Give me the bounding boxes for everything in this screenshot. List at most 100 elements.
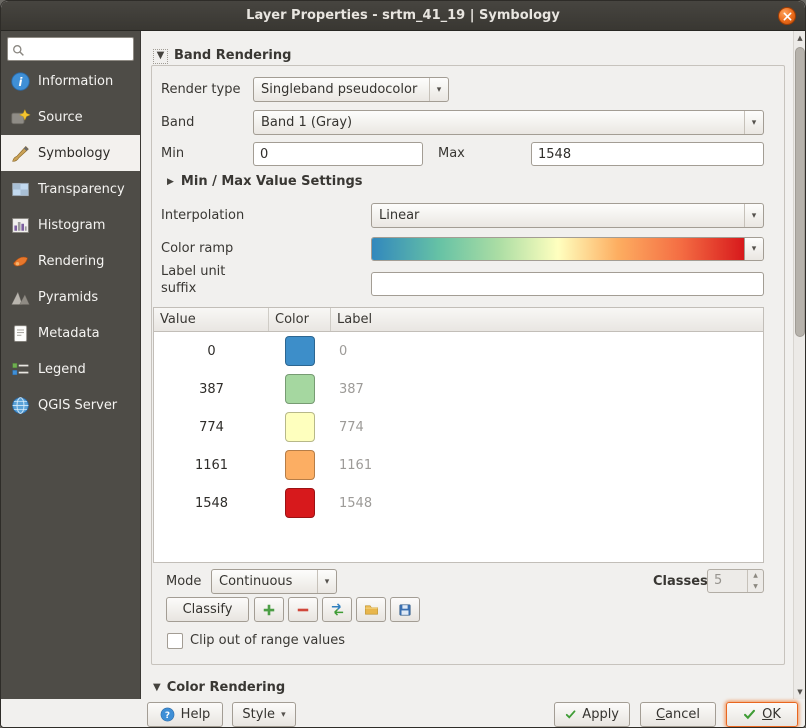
cancel-button-label: Cancel (656, 707, 700, 722)
table-row[interactable]: 387 387 (154, 370, 763, 408)
sidebar-item-pyramids[interactable]: Pyramids (1, 279, 140, 315)
column-header-color[interactable]: Color (269, 308, 331, 331)
metadata-icon (9, 322, 31, 344)
color-swatch[interactable] (285, 336, 315, 366)
minmax-settings-title: Min / Max Value Settings (181, 170, 363, 194)
close-button[interactable] (778, 7, 796, 25)
rendering-icon (9, 250, 31, 272)
row-value: 387 (154, 382, 269, 397)
ok-button-label: OK (762, 707, 781, 722)
classes-value: 5 (708, 570, 747, 592)
min-label: Min (161, 142, 184, 166)
render-type-select[interactable]: Singleband pseudocolor ▾ (253, 77, 449, 102)
scrollbar-handle[interactable] (795, 47, 805, 337)
label-unit-suffix-label: Label unit suffix (161, 263, 256, 297)
sidebar-search-input[interactable] (7, 37, 134, 61)
load-color-map-button[interactable] (322, 597, 352, 622)
column-header-label[interactable]: Label (331, 308, 763, 331)
sidebar-item-information[interactable]: i Information (1, 63, 140, 99)
table-row[interactable]: 0 0 (154, 332, 763, 370)
ok-button[interactable]: OK (726, 702, 798, 727)
window-title: Layer Properties - srtm_41_19 | Symbolog… (1, 1, 805, 30)
mode-select[interactable]: Continuous ▾ (211, 569, 337, 594)
table-row[interactable]: 774 774 (154, 408, 763, 446)
color-swatch[interactable] (285, 412, 315, 442)
color-swatch[interactable] (285, 374, 315, 404)
title-bar[interactable]: Layer Properties - srtm_41_19 | Symbolog… (1, 1, 805, 31)
save-file-button[interactable] (390, 597, 420, 622)
color-rendering-title: Color Rendering (167, 676, 285, 700)
sidebar-item-metadata[interactable]: Metadata (1, 315, 140, 351)
sidebar-item-transparency[interactable]: Transparency (1, 171, 140, 207)
sidebar-item-label: Symbology (38, 146, 110, 161)
histogram-icon (9, 214, 31, 236)
globe-server-icon (9, 394, 31, 416)
plus-icon (262, 603, 276, 617)
style-button[interactable]: Style ▾ (232, 702, 296, 727)
table-row[interactable]: 1161 1161 (154, 446, 763, 484)
sidebar-item-label: QGIS Server (38, 398, 117, 413)
sidebar-item-label: Metadata (38, 326, 100, 341)
interpolation-value: Linear (379, 208, 419, 223)
sidebar-item-label: Legend (38, 362, 86, 377)
sidebar-item-label: Rendering (38, 254, 104, 269)
table-header-row: Value Color Label (154, 308, 763, 332)
row-label: 0 (331, 344, 763, 359)
layer-properties-dialog: Layer Properties - srtm_41_19 | Symbolog… (0, 0, 806, 728)
row-value: 0 (154, 344, 269, 359)
chevron-down-icon: ▾ (744, 111, 763, 134)
minmax-settings-header[interactable]: ▶ Min / Max Value Settings (167, 170, 363, 194)
sidebar-item-symbology[interactable]: Symbology (1, 135, 140, 171)
open-file-button[interactable] (356, 597, 386, 622)
color-ramp-select[interactable]: ▾ (371, 237, 764, 261)
swap-arrows-icon (330, 602, 345, 617)
cancel-button[interactable]: Cancel (640, 702, 716, 727)
color-swatch[interactable] (285, 450, 315, 480)
add-value-button[interactable] (254, 597, 284, 622)
close-icon (783, 12, 792, 21)
band-value: Band 1 (Gray) (261, 115, 352, 130)
table-row[interactable]: 1548 1548 (154, 484, 763, 522)
classes-label: Classes (653, 570, 708, 594)
color-ramp-label: Color ramp (161, 237, 233, 261)
interpolation-select[interactable]: Linear ▾ (371, 203, 764, 228)
pyramids-icon (9, 286, 31, 308)
scroll-up-icon[interactable]: ▲ (794, 34, 806, 42)
sidebar-item-source[interactable]: Source (1, 99, 140, 135)
source-icon (9, 106, 31, 128)
max-input[interactable] (531, 142, 764, 166)
dialog-footer: ? Help Style ▾ Apply Cancel OK (1, 699, 805, 728)
band-select[interactable]: Band 1 (Gray) ▾ (253, 110, 764, 135)
clip-out-of-range-checkbox[interactable] (167, 633, 183, 649)
apply-button[interactable]: Apply (554, 702, 630, 727)
triangle-down-icon: ▼ (157, 48, 165, 64)
legend-icon (9, 358, 31, 380)
chevron-down-icon: ▾ (281, 710, 286, 720)
sidebar-item-histogram[interactable]: Histogram (1, 207, 140, 243)
sidebar-item-legend[interactable]: Legend (1, 351, 140, 387)
min-input[interactable] (253, 142, 423, 166)
sidebar-item-label: Transparency (38, 182, 125, 197)
row-label: 774 (331, 420, 763, 435)
color-ramp-dropdown-button[interactable]: ▾ (744, 238, 763, 260)
collapse-band-rendering-button[interactable]: ▼ (153, 49, 168, 64)
classify-button[interactable]: Classify (166, 597, 249, 622)
sidebar-item-label: Source (38, 110, 83, 125)
row-value: 1161 (154, 458, 269, 473)
chevron-down-icon: ▾ (744, 204, 763, 227)
band-label: Band (161, 111, 194, 135)
scroll-down-icon[interactable]: ▼ (794, 688, 806, 696)
sidebar-item-qgis-server[interactable]: QGIS Server (1, 387, 140, 423)
label-unit-suffix-input[interactable] (371, 272, 764, 296)
sidebar-item-rendering[interactable]: Rendering (1, 243, 140, 279)
remove-value-button[interactable] (288, 597, 318, 622)
color-rendering-header[interactable]: ▼ Color Rendering (153, 676, 285, 700)
vertical-scrollbar[interactable]: ▲ ▼ (793, 31, 806, 699)
classify-button-label: Classify (183, 602, 233, 617)
mode-label: Mode (166, 570, 201, 594)
column-header-value[interactable]: Value (154, 308, 269, 331)
help-button[interactable]: ? Help (147, 702, 223, 727)
color-ramp-gradient (372, 238, 744, 260)
color-swatch[interactable] (285, 488, 315, 518)
sidebar-item-label: Pyramids (38, 290, 98, 305)
